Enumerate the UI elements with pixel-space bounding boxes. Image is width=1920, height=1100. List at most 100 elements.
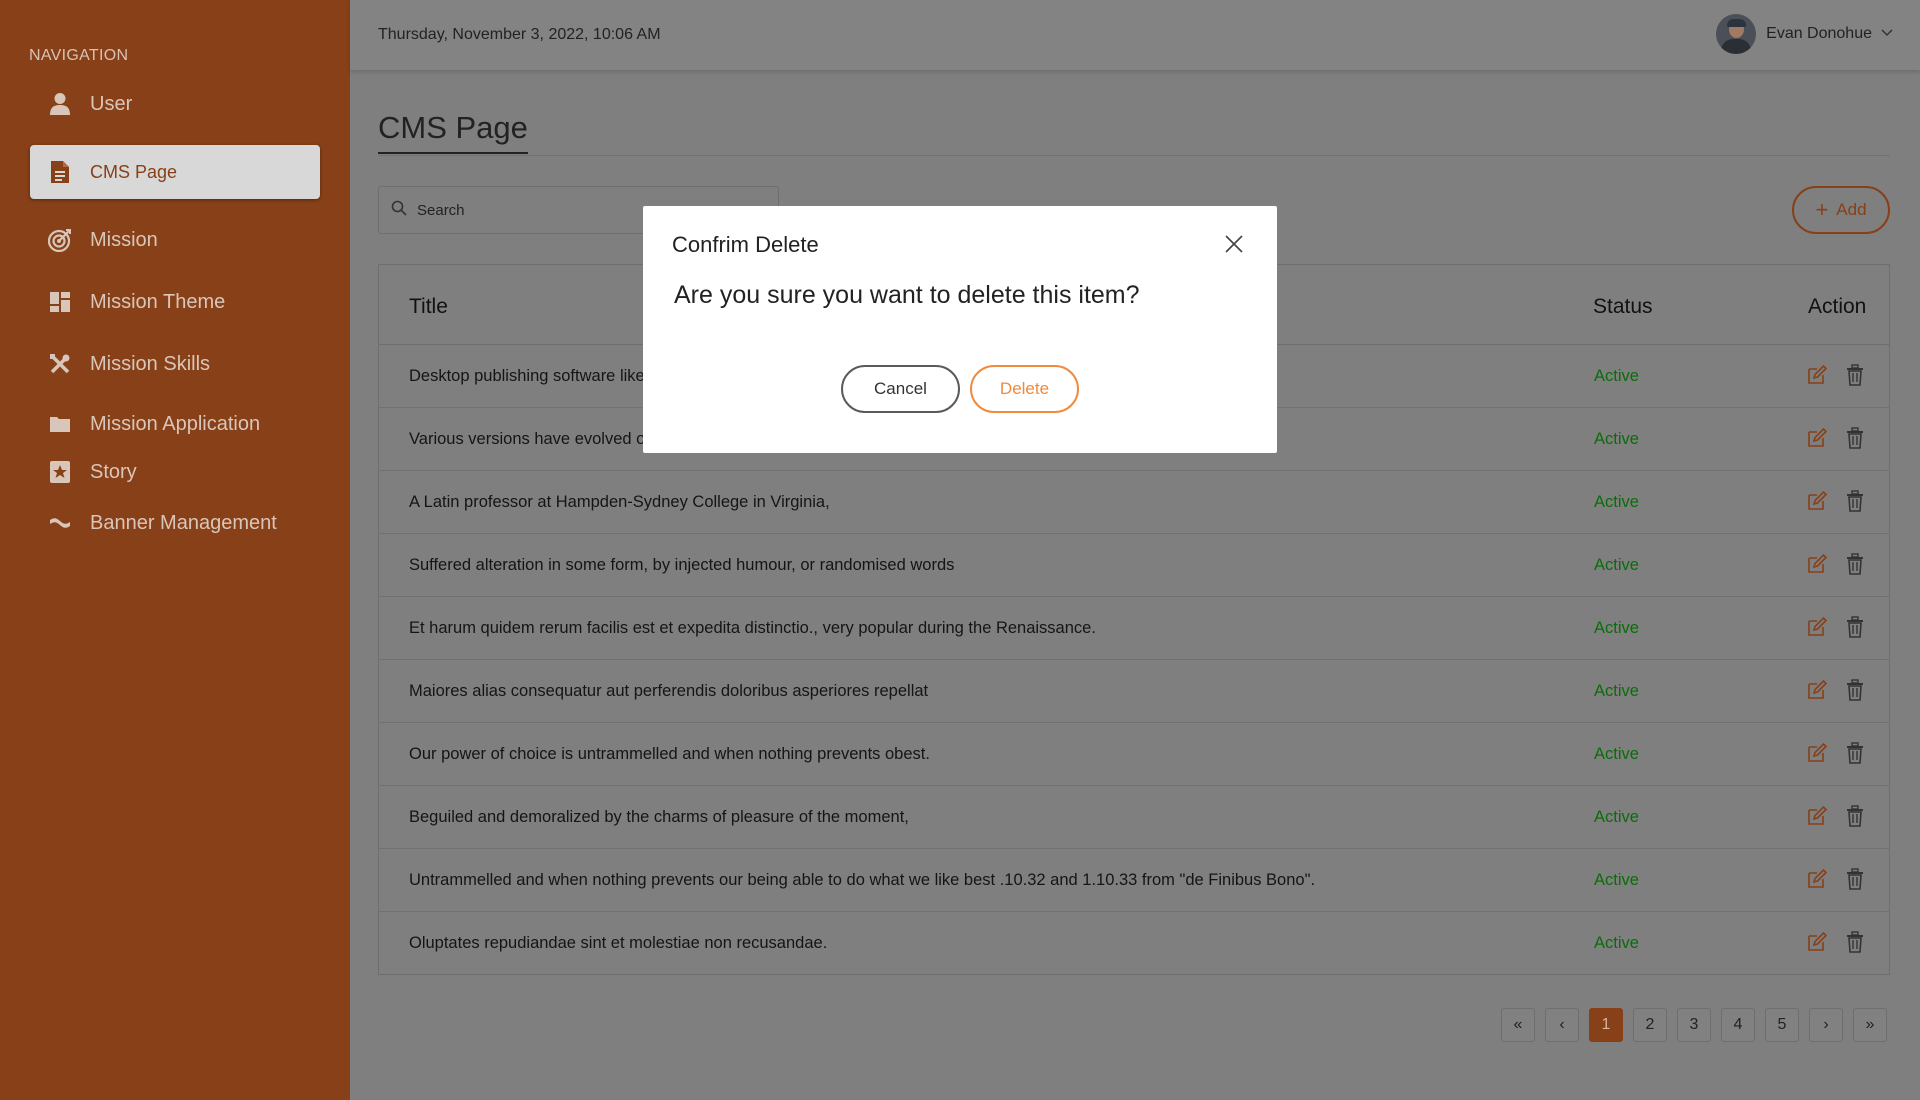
- divider: [378, 155, 1890, 156]
- page-2-button[interactable]: 2: [1633, 1008, 1667, 1042]
- sidebar-item-mission[interactable]: Mission: [30, 214, 320, 266]
- page-3-button[interactable]: 3: [1677, 1008, 1711, 1042]
- current-date: Thursday, November 3, 2022, 10:06 AM: [378, 26, 661, 43]
- trash-icon[interactable]: [1845, 364, 1867, 386]
- tools-icon: [48, 352, 72, 376]
- edit-icon[interactable]: [1806, 427, 1828, 449]
- next-page-button[interactable]: ›: [1809, 1008, 1843, 1042]
- sidebar-item-label: CMS Page: [90, 161, 178, 182]
- table-row: Oluptates repudiandae sint et molestiae …: [379, 912, 1889, 975]
- sidebar-item-label: Mission Theme: [90, 290, 226, 313]
- column-title[interactable]: Title: [409, 295, 448, 319]
- plus-icon: +: [1815, 197, 1829, 222]
- user-icon: [48, 92, 72, 116]
- dialog-message: Are you sure you want to delete this ite…: [674, 281, 1140, 309]
- trash-icon[interactable]: [1845, 742, 1867, 764]
- status-badge: Active: [1594, 745, 1639, 763]
- row-title: Suffered alteration in some form, by inj…: [409, 556, 955, 574]
- target-icon: [48, 228, 72, 252]
- nav-heading: NAVIGATION: [29, 47, 129, 64]
- trash-icon[interactable]: [1845, 616, 1867, 638]
- page-4-button[interactable]: 4: [1721, 1008, 1755, 1042]
- sidebar-item-user[interactable]: User: [30, 78, 320, 130]
- edit-icon[interactable]: [1806, 931, 1828, 953]
- edit-icon[interactable]: [1806, 616, 1828, 638]
- table-row: Suffered alteration in some form, by inj…: [379, 534, 1889, 597]
- dialog-title: Confrim Delete: [672, 232, 819, 257]
- trash-icon[interactable]: [1845, 931, 1867, 953]
- user-name: Evan Donohue: [1766, 25, 1872, 42]
- row-title: Our power of choice is untrammelled and …: [409, 745, 930, 763]
- table-row: A Latin professor at Hampden-Sydney Coll…: [379, 471, 1889, 534]
- row-title: Desktop publishing software like: [409, 367, 645, 385]
- sidebar-item-label: Mission Skills: [90, 352, 211, 375]
- banner-icon: [48, 511, 72, 535]
- trash-icon[interactable]: [1845, 553, 1867, 575]
- edit-icon[interactable]: [1806, 364, 1828, 386]
- search-icon: [391, 200, 407, 221]
- sidebar-item-label: Mission Application: [90, 412, 261, 435]
- status-badge: Active: [1594, 556, 1639, 574]
- edit-icon[interactable]: [1806, 742, 1828, 764]
- table-row: Beguiled and demoralized by the charms o…: [379, 786, 1889, 849]
- status-badge: Active: [1594, 682, 1639, 700]
- trash-icon[interactable]: [1845, 427, 1867, 449]
- status-badge: Active: [1594, 430, 1639, 448]
- status-badge: Active: [1594, 367, 1639, 385]
- sidebar-item-label: Mission: [90, 228, 158, 251]
- top-header: Thursday, November 3, 2022, 10:06 AM Eva…: [350, 0, 1920, 70]
- cancel-button[interactable]: Cancel: [841, 365, 960, 413]
- edit-icon[interactable]: [1806, 868, 1828, 890]
- column-status[interactable]: Status: [1593, 295, 1653, 319]
- sidebar-item-mission-application[interactable]: Mission Application: [30, 398, 320, 450]
- add-button[interactable]: + Add: [1792, 186, 1890, 234]
- table-row: Our power of choice is untrammelled and …: [379, 723, 1889, 786]
- edit-icon[interactable]: [1806, 490, 1828, 512]
- edit-icon[interactable]: [1806, 805, 1828, 827]
- close-icon[interactable]: [1223, 233, 1245, 255]
- sidebar-item-cms-page[interactable]: CMS Page: [30, 145, 320, 199]
- sidebar-item-mission-theme[interactable]: Mission Theme: [30, 276, 320, 328]
- confirm-delete-dialog: Confrim Delete Are you sure you want to …: [643, 206, 1277, 453]
- trash-icon[interactable]: [1845, 868, 1867, 890]
- table-row: Et harum quidem rerum facilis est et exp…: [379, 597, 1889, 660]
- first-page-button[interactable]: «: [1501, 1008, 1535, 1042]
- pagination: « ‹ 1 2 3 4 5 › »: [1501, 1008, 1897, 1042]
- sidebar-item-story[interactable]: Story: [30, 446, 320, 498]
- table-row: Untrammelled and when nothing prevents o…: [379, 849, 1889, 912]
- prev-page-button[interactable]: ‹: [1545, 1008, 1579, 1042]
- page-5-button[interactable]: 5: [1765, 1008, 1799, 1042]
- status-badge: Active: [1594, 619, 1639, 637]
- dashboard-icon: [48, 290, 72, 314]
- row-title: A Latin professor at Hampden-Sydney Coll…: [409, 493, 830, 511]
- search-placeholder: Search: [417, 201, 465, 219]
- edit-icon[interactable]: [1806, 553, 1828, 575]
- table-row: Maiores alias consequatur aut perferendi…: [379, 660, 1889, 723]
- chevron-down-icon: [1880, 25, 1894, 43]
- row-title: Maiores alias consequatur aut perferendi…: [409, 682, 929, 700]
- trash-icon[interactable]: [1845, 805, 1867, 827]
- status-badge: Active: [1594, 808, 1639, 826]
- avatar: [1716, 14, 1757, 54]
- user-menu[interactable]: Evan Donohue: [1716, 14, 1894, 54]
- folder-icon: [48, 412, 72, 436]
- bookmark-icon: [48, 460, 72, 484]
- sidebar-item-banner-management[interactable]: Banner Management: [30, 497, 320, 549]
- last-page-button[interactable]: »: [1853, 1008, 1887, 1042]
- sidebar-item-label: User: [90, 92, 133, 115]
- column-action: Action: [1808, 295, 1867, 318]
- page-title: CMS Page: [378, 110, 528, 154]
- sidebar-item-label: Story: [90, 460, 137, 483]
- delete-button[interactable]: Delete: [970, 365, 1079, 413]
- trash-icon[interactable]: [1845, 490, 1867, 512]
- row-title: Untrammelled and when nothing prevents o…: [409, 871, 1316, 889]
- row-title: Beguiled and demoralized by the charms o…: [409, 808, 909, 826]
- document-icon: [48, 160, 72, 184]
- edit-icon[interactable]: [1806, 679, 1828, 701]
- row-title: Et harum quidem rerum facilis est et exp…: [409, 619, 1096, 637]
- status-badge: Active: [1594, 934, 1639, 952]
- sidebar-item-mission-skills[interactable]: Mission Skills: [30, 338, 320, 390]
- page-1-button[interactable]: 1: [1589, 1008, 1623, 1042]
- trash-icon[interactable]: [1845, 679, 1867, 701]
- add-button-label: Add: [1836, 200, 1867, 219]
